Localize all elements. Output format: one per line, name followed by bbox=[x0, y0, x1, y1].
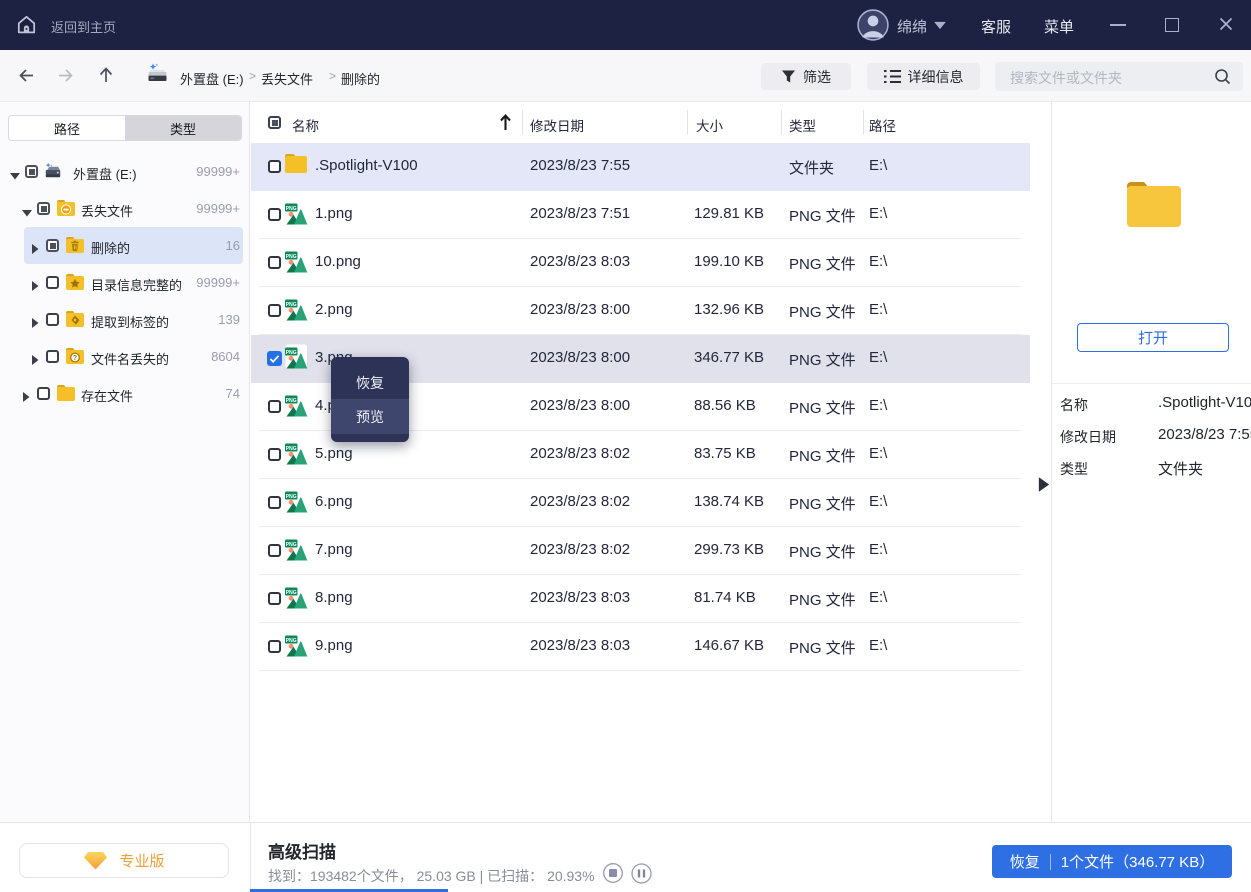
svg-text:PNG: PNG bbox=[286, 494, 297, 500]
svg-text:PNG: PNG bbox=[286, 542, 297, 548]
svg-text:PNG: PNG bbox=[286, 398, 297, 404]
svg-text:PNG: PNG bbox=[286, 638, 297, 644]
svg-text:PNG: PNG bbox=[286, 590, 297, 596]
svg-text:PNG: PNG bbox=[286, 206, 297, 212]
svg-text:PNG: PNG bbox=[286, 302, 297, 308]
svg-text:PNG: PNG bbox=[286, 350, 297, 356]
svg-text:PNG: PNG bbox=[286, 446, 297, 452]
svg-text:PNG: PNG bbox=[286, 254, 297, 260]
svg-text:?: ? bbox=[73, 355, 77, 362]
